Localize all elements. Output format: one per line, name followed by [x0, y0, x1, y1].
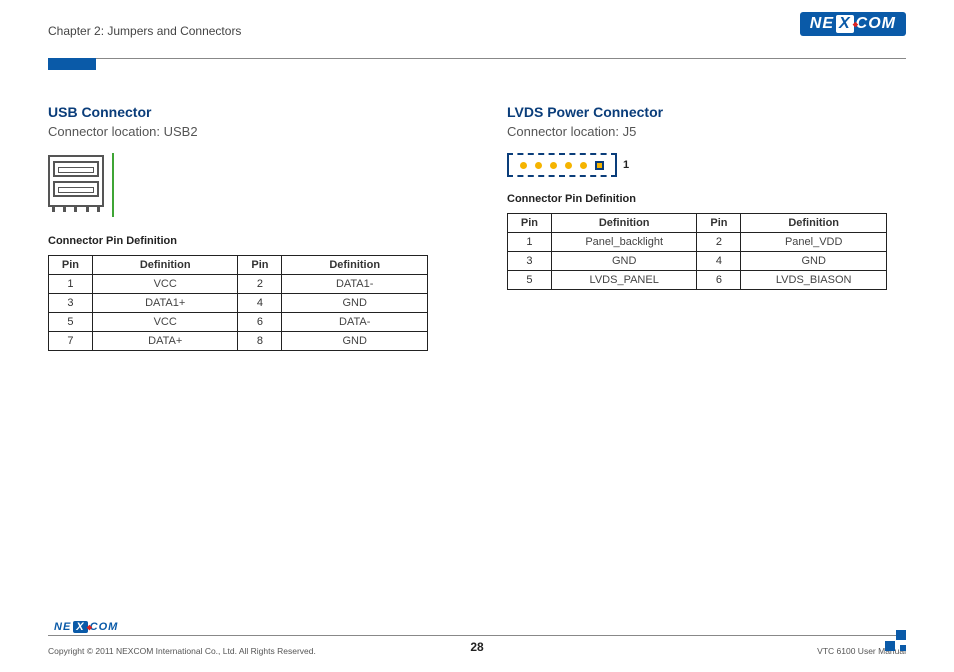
table-header-row: Pin Definition Pin Definition: [508, 214, 887, 233]
def-cell: GND: [282, 332, 428, 351]
nexcom-logo-bottom: NEXCOM: [48, 617, 906, 635]
pin-cell: 4: [697, 252, 741, 271]
def-cell: GND: [282, 294, 428, 313]
pin-cell: 6: [697, 271, 741, 290]
pin-cell: 5: [508, 271, 552, 290]
pin-dot-icon: [550, 162, 557, 169]
logo-part-ne: NE: [54, 621, 71, 633]
logo-part-x: X: [73, 621, 87, 633]
chapter-title: Chapter 2: Jumpers and Connectors: [48, 20, 241, 38]
logo-part-x: X: [836, 15, 854, 33]
lvds-title: LVDS Power Connector: [507, 104, 906, 120]
pin-cell: 1: [508, 233, 552, 252]
pin1-label: 1: [623, 159, 629, 171]
col-pin: Pin: [238, 256, 282, 275]
def-cell: DATA1-: [282, 275, 428, 294]
usb-title: USB Connector: [48, 104, 447, 120]
col-pin: Pin: [49, 256, 93, 275]
nexcom-logo-top: NEXCOM: [800, 12, 906, 36]
logo-part-com: COM: [90, 621, 119, 633]
lvds-pin-table: Pin Definition Pin Definition 1 Panel_ba…: [507, 213, 887, 290]
usb-pin-table: Pin Definition Pin Definition 1 VCC 2 DA…: [48, 255, 428, 351]
def-cell: GND: [741, 252, 887, 271]
pin-cell: 1: [49, 275, 93, 294]
def-cell: DATA-: [282, 313, 428, 332]
def-cell: VCC: [92, 313, 238, 332]
lvds-subtitle: Connector location: J5: [507, 124, 906, 139]
footer-squares-icon: [885, 630, 906, 651]
table-row: 1 VCC 2 DATA1-: [49, 275, 428, 294]
pin-cell: 2: [697, 233, 741, 252]
def-cell: Panel_backlight: [551, 233, 697, 252]
pin-cell: 6: [238, 313, 282, 332]
col-pin: Pin: [508, 214, 552, 233]
col-pin: Pin: [697, 214, 741, 233]
page-header: Chapter 2: Jumpers and Connectors NEXCOM: [48, 20, 906, 52]
def-cell: VCC: [92, 275, 238, 294]
lvds-housing-icon: [507, 153, 617, 177]
logo-part-com: COM: [856, 15, 896, 33]
table-row: 7 DATA+ 8 GND: [49, 332, 428, 351]
page-number: 28: [470, 640, 483, 654]
pin-cell: 8: [238, 332, 282, 351]
col-def: Definition: [741, 214, 887, 233]
logo-part-ne: NE: [810, 15, 834, 33]
def-cell: LVDS_BIASON: [741, 271, 887, 290]
footer-row: Copyright © 2011 NEXCOM International Co…: [48, 636, 906, 656]
def-cell: DATA1+: [92, 294, 238, 313]
pin-cell: 3: [508, 252, 552, 271]
usb-housing-icon: [48, 155, 104, 207]
pin-cell: 4: [238, 294, 282, 313]
usb-connector-diagram: [48, 153, 114, 217]
table-row: 3 GND 4 GND: [508, 252, 887, 271]
lvds-section: LVDS Power Connector Connector location:…: [507, 104, 906, 351]
pin-cell: 5: [49, 313, 93, 332]
def-cell: DATA+: [92, 332, 238, 351]
pin-dot-icon: [580, 162, 587, 169]
pin1-square-icon: [595, 161, 604, 170]
col-def: Definition: [92, 256, 238, 275]
usb-port-icon: [53, 161, 99, 177]
col-def: Definition: [551, 214, 697, 233]
pin-dot-icon: [535, 162, 542, 169]
table-row: 5 VCC 6 DATA-: [49, 313, 428, 332]
content-area: USB Connector Connector location: USB2 C…: [48, 104, 906, 351]
lvds-connector-diagram: 1: [507, 153, 906, 177]
pin-cell: 3: [49, 294, 93, 313]
usb-port-icon: [53, 181, 99, 197]
usb-subtitle: Connector location: USB2: [48, 124, 447, 139]
usb-table-title: Connector Pin Definition: [48, 235, 447, 247]
pin-dot-icon: [565, 162, 572, 169]
header-rule: [48, 58, 906, 59]
table-row: 5 LVDS_PANEL 6 LVDS_BIASON: [508, 271, 887, 290]
lvds-table-title: Connector Pin Definition: [507, 193, 906, 205]
def-cell: GND: [551, 252, 697, 271]
pin-cell: 7: [49, 332, 93, 351]
pin-cell: 2: [238, 275, 282, 294]
pin-dot-icon: [520, 162, 527, 169]
table-row: 3 DATA1+ 4 GND: [49, 294, 428, 313]
copyright-text: Copyright © 2011 NEXCOM International Co…: [48, 640, 316, 656]
page-footer: NEXCOM Copyright © 2011 NEXCOM Internati…: [48, 617, 906, 656]
header-tab: [48, 58, 96, 70]
def-cell: LVDS_PANEL: [551, 271, 697, 290]
def-cell: Panel_VDD: [741, 233, 887, 252]
usb-section: USB Connector Connector location: USB2 C…: [48, 104, 447, 351]
table-header-row: Pin Definition Pin Definition: [49, 256, 428, 275]
col-def: Definition: [282, 256, 428, 275]
table-row: 1 Panel_backlight 2 Panel_VDD: [508, 233, 887, 252]
